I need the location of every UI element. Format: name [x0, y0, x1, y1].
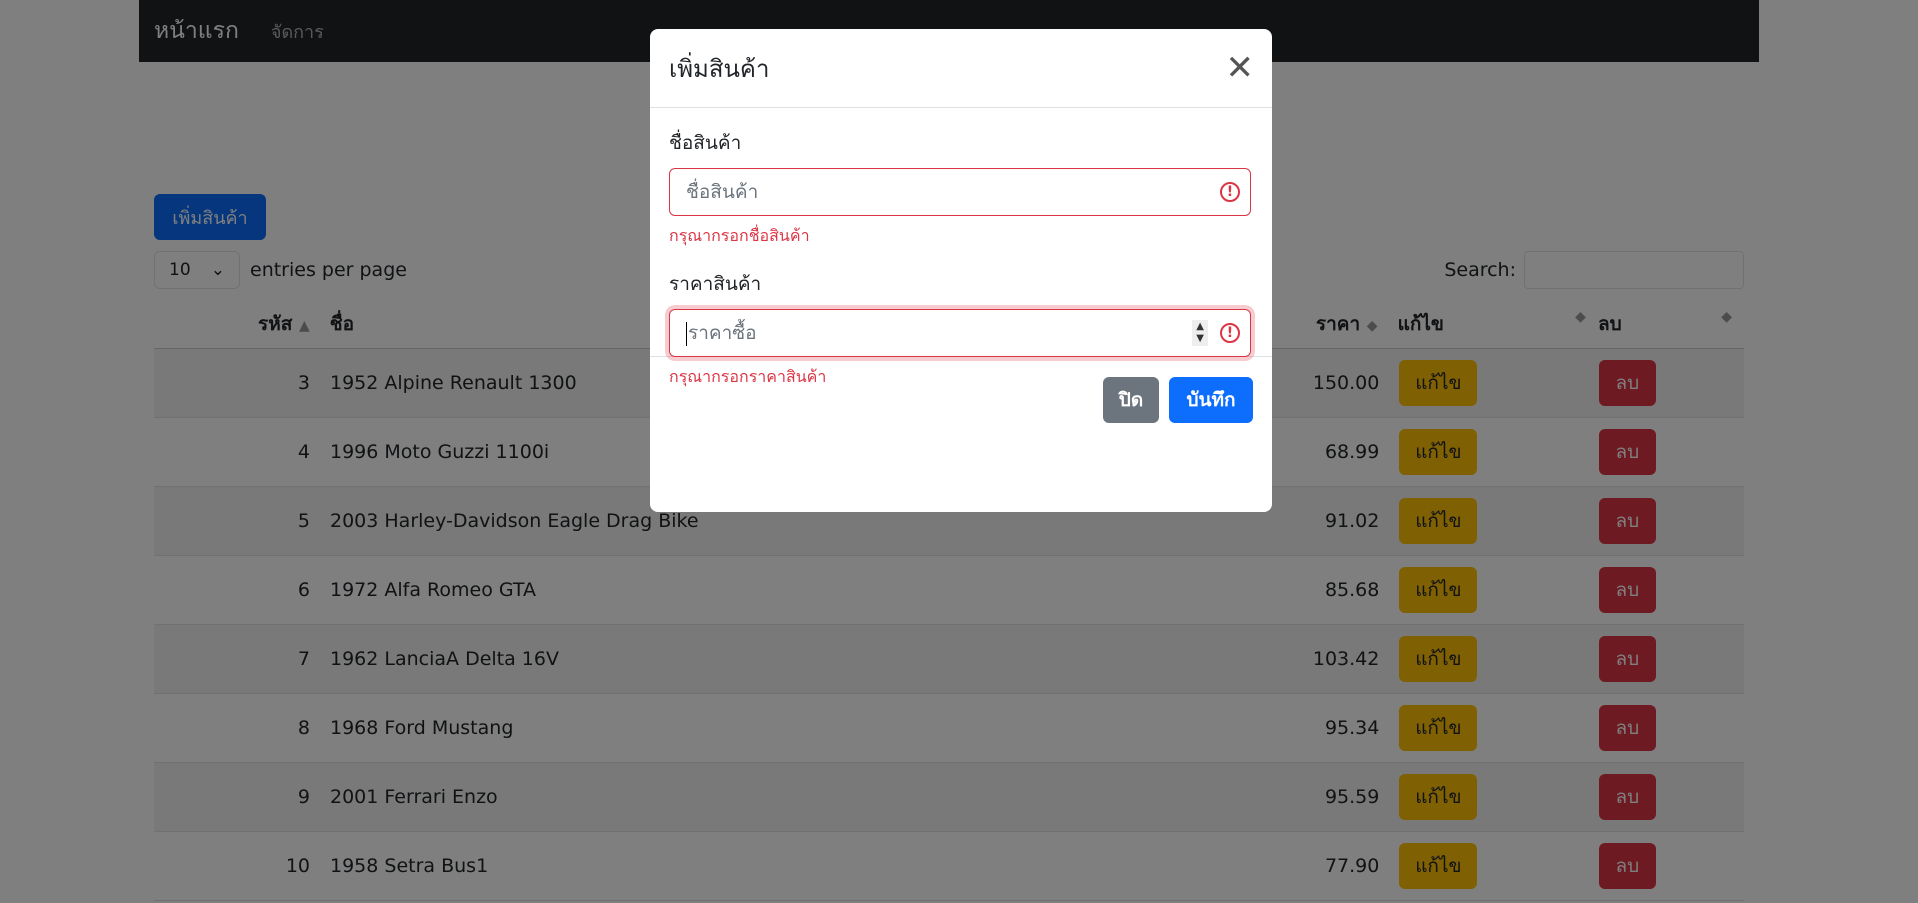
invalid-icon: ! [1220, 182, 1240, 202]
price-label: ราคาสินค้า [669, 273, 762, 295]
product-name-placeholder: ชื่อสินค้า [686, 181, 759, 203]
page: หน้าแรก จัดการ เพิ่มสินค้า 10 ⌄ entries … [0, 0, 1918, 903]
close-button[interactable]: ปิด [1103, 377, 1159, 423]
close-icon[interactable]: ✕ [1226, 51, 1255, 85]
save-button[interactable]: บันทึก [1169, 377, 1253, 423]
name-label: ชื่อสินค้า [669, 132, 742, 154]
name-error: กรุณากรอกชื่อสินค้า [669, 226, 810, 245]
modal-title: เพิ่มสินค้า [669, 54, 770, 83]
text-caret [686, 321, 687, 346]
invalid-icon: ! [1220, 323, 1240, 343]
number-spinner[interactable]: ▲ ▼ [1192, 320, 1208, 346]
modal-header: เพิ่มสินค้า ✕ [650, 29, 1272, 108]
spin-up-icon[interactable]: ▲ [1196, 321, 1204, 333]
product-price-placeholder: ราคาซื้อ [688, 322, 757, 344]
modal-body: ชื่อสินค้า ชื่อสินค้า ! กรุณากรอกชื่อสิน… [650, 108, 1272, 386]
product-price-input[interactable]: ราคาซื้อ ▲ ▼ ! [669, 309, 1251, 357]
product-name-input[interactable]: ชื่อสินค้า ! [669, 168, 1251, 216]
add-product-modal: เพิ่มสินค้า ✕ ชื่อสินค้า ชื่อสินค้า ! กร… [650, 29, 1272, 512]
spin-down-icon[interactable]: ▼ [1196, 333, 1204, 345]
